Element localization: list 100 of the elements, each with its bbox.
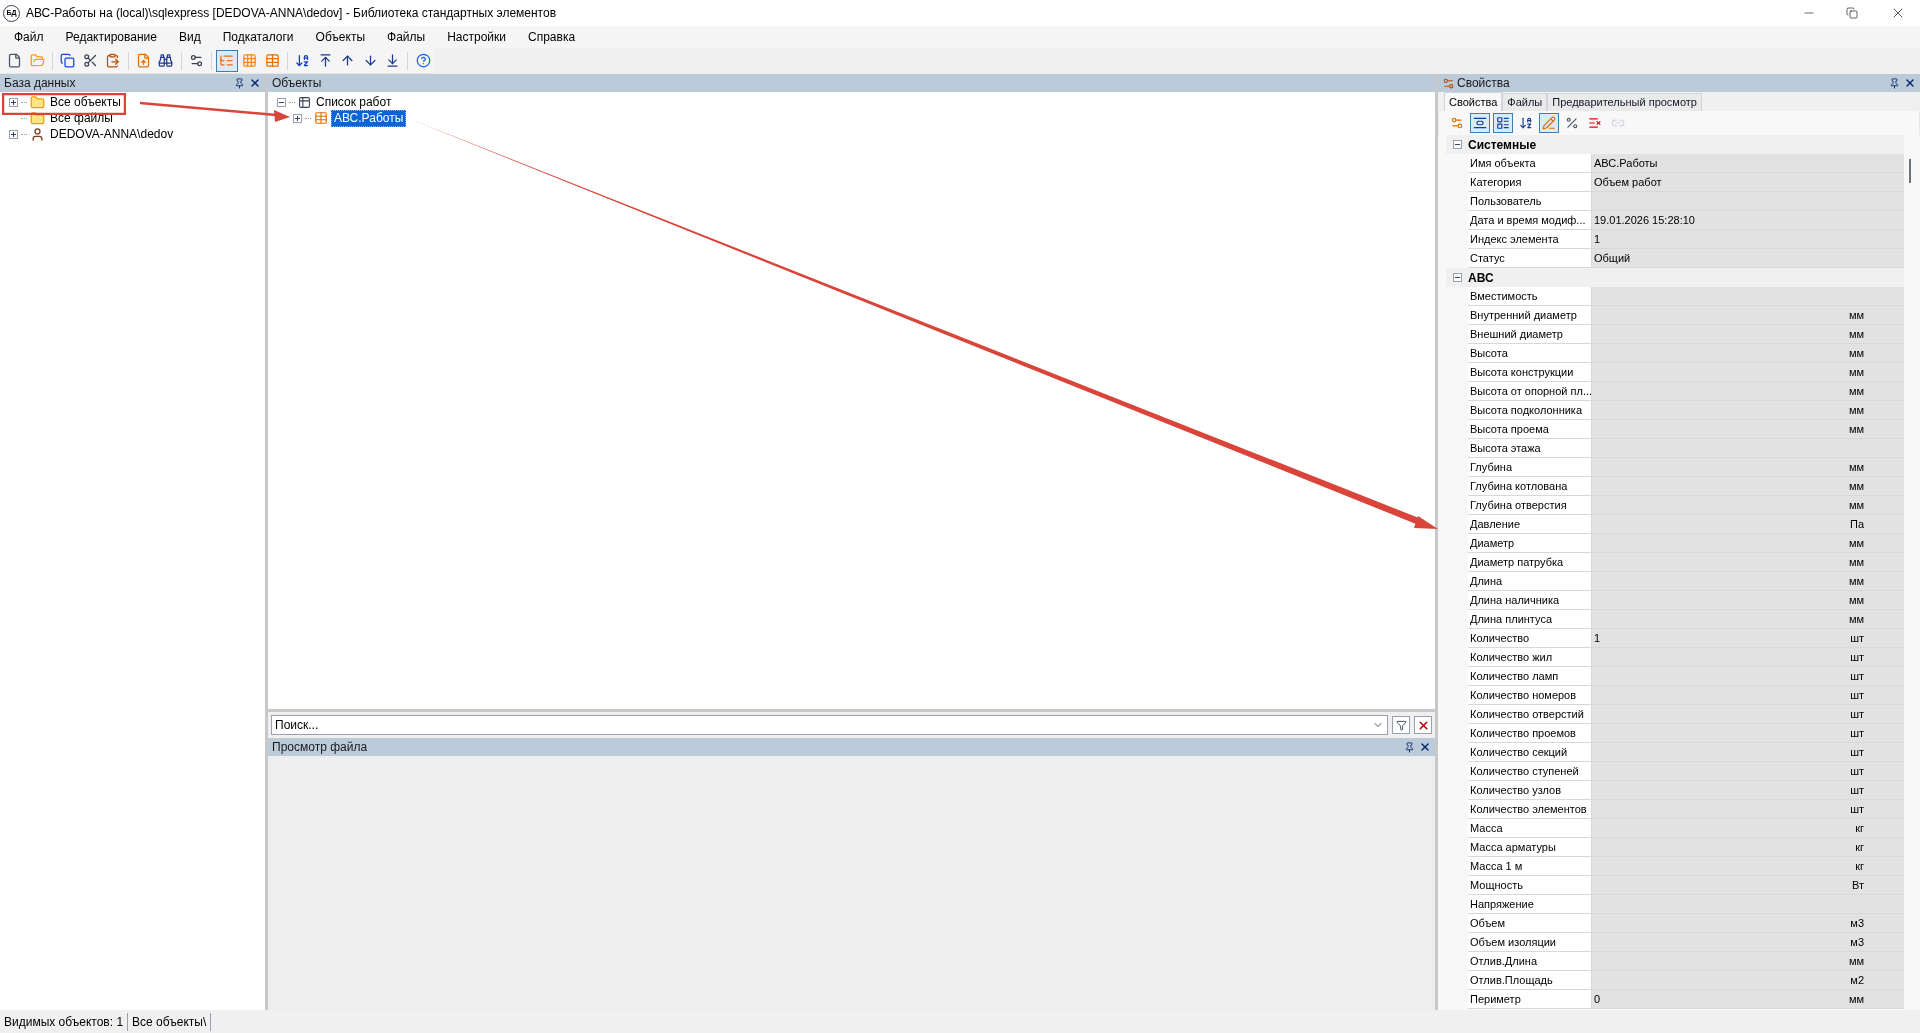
property-name: Диаметр: [1468, 534, 1592, 552]
property-value-cell[interactable]: шт: [1592, 724, 1904, 742]
property-value-cell[interactable]: м2: [1592, 971, 1904, 989]
close-icon[interactable]: [249, 77, 261, 89]
property-value-cell[interactable]: 19.01.2026 15:28:10: [1592, 211, 1904, 229]
unit-label: Па: [1849, 516, 1864, 532]
percent-icon: [1565, 116, 1579, 130]
property-value-cell[interactable]: Общий: [1592, 249, 1904, 267]
tree-item[interactable]: АВС.Работы: [331, 109, 407, 127]
toolbar-button[interactable]: [1493, 113, 1513, 133]
property-value-cell[interactable]: мм: [1592, 382, 1904, 400]
tab[interactable]: Файлы: [1502, 93, 1548, 111]
menu-item[interactable]: Вид: [178, 28, 201, 46]
property-value-cell[interactable]: 1: [1592, 230, 1904, 248]
menu-item[interactable]: Подкаталоги: [222, 28, 294, 46]
property-value-cell[interactable]: мм: [1592, 363, 1904, 381]
property-value-cell[interactable]: мм: [1592, 553, 1904, 571]
property-value-cell[interactable]: [1592, 439, 1904, 457]
expand-toggle[interactable]: [9, 129, 18, 139]
unit-label: м3: [1850, 915, 1864, 931]
toolbar-button[interactable]: [1470, 113, 1490, 133]
property-value-cell[interactable]: Па: [1592, 515, 1904, 533]
property-name: Высота этажа: [1468, 439, 1592, 457]
close-icon[interactable]: [1904, 77, 1916, 89]
property-value-cell[interactable]: Объем работ: [1592, 173, 1904, 191]
tree-item[interactable]: DEDOVA-ANNA\dedov: [48, 126, 176, 142]
property-name: Количество ступеней: [1468, 762, 1592, 780]
property-value-cell[interactable]: мм: [1592, 952, 1904, 970]
search-field[interactable]: Поиск...: [271, 715, 1388, 735]
expand-toggle[interactable]: [293, 113, 302, 123]
user-icon: [30, 126, 45, 142]
property-value-cell[interactable]: кг: [1592, 838, 1904, 856]
restore-icon[interactable]: [1846, 7, 1858, 19]
property-value-cell[interactable]: мм: [1592, 572, 1904, 590]
property-value-cell[interactable]: АВС.Работы: [1592, 154, 1904, 172]
close-icon[interactable]: [1419, 741, 1431, 753]
property-value-cell[interactable]: мм: [1592, 477, 1904, 495]
property-value-cell[interactable]: мм: [1592, 496, 1904, 514]
property-value: 1: [1594, 231, 1602, 247]
unit-label: мм: [1848, 535, 1864, 551]
menu-item[interactable]: Справка: [528, 28, 576, 46]
unit-label: мм: [1848, 383, 1864, 399]
property-value-cell[interactable]: мм: [1592, 420, 1904, 438]
property-value-cell[interactable]: [1592, 192, 1904, 210]
property-value-cell[interactable]: 1 шт: [1592, 629, 1904, 647]
expand-toggle[interactable]: [9, 97, 18, 107]
clear-button[interactable]: [1414, 716, 1432, 734]
property-name: Длина плинтуса: [1468, 610, 1592, 628]
menu-item[interactable]: Редактирование: [65, 28, 157, 46]
property-value-cell[interactable]: кг: [1592, 857, 1904, 875]
filter-button[interactable]: [1392, 716, 1410, 734]
property-name: Внутренний диаметр: [1468, 306, 1592, 324]
collapse-toggle[interactable]: [1452, 140, 1462, 149]
property-name: Количество секций: [1468, 743, 1592, 761]
collapse-toggle[interactable]: [277, 97, 286, 107]
property-value-cell[interactable]: мм: [1592, 610, 1904, 628]
property-value-cell[interactable]: мм: [1592, 401, 1904, 419]
group-title: Системные: [1468, 136, 1537, 154]
property-value-cell[interactable]: шт: [1592, 781, 1904, 799]
move-down-icon: [362, 53, 378, 68]
panel-title: Просмотр файла: [272, 739, 369, 756]
pin-icon[interactable]: [234, 77, 245, 89]
property-value-cell[interactable]: шт: [1592, 743, 1904, 761]
property-name: Объем изоляции: [1468, 933, 1592, 951]
property-value-cell[interactable]: шт: [1592, 800, 1904, 818]
property-value-cell[interactable]: мм: [1592, 591, 1904, 609]
property-value: 0: [1594, 991, 1602, 1007]
property-name: Масса: [1468, 819, 1592, 837]
property-value-cell[interactable]: мм: [1592, 325, 1904, 343]
property-value-cell[interactable]: мм: [1592, 306, 1904, 324]
property-value-cell[interactable]: мм: [1592, 344, 1904, 362]
folder-icon: [30, 94, 45, 110]
property-value-cell[interactable]: шт: [1592, 705, 1904, 723]
property-value-cell[interactable]: м3: [1592, 933, 1904, 951]
tab[interactable]: Предварительный просмотр: [1547, 93, 1702, 111]
menu-item[interactable]: Файл: [14, 28, 44, 46]
property-value-cell[interactable]: [1592, 895, 1904, 913]
property-value-cell[interactable]: кг: [1592, 819, 1904, 837]
tab[interactable]: Свойства: [1444, 92, 1503, 111]
property-value-cell[interactable]: [1592, 287, 1904, 305]
menu-item[interactable]: Настройки: [447, 28, 507, 46]
property-value: Общий: [1594, 250, 1632, 266]
pin-icon[interactable]: [1889, 77, 1900, 89]
property-value-cell[interactable]: мм: [1592, 458, 1904, 476]
property-value-cell[interactable]: шт: [1592, 667, 1904, 685]
menu-item[interactable]: Объекты: [315, 28, 366, 46]
menu-item[interactable]: Файлы: [387, 28, 426, 46]
pin-icon[interactable]: [1404, 741, 1415, 753]
property-value-cell[interactable]: м3: [1592, 914, 1904, 932]
unit-label: мм: [1848, 402, 1864, 418]
table-icon: [314, 111, 328, 125]
property-value-cell[interactable]: мм: [1592, 534, 1904, 552]
property-value-cell[interactable]: шт: [1592, 762, 1904, 780]
property-value-cell[interactable]: шт: [1592, 686, 1904, 704]
property-value-cell[interactable]: 0 мм: [1592, 990, 1904, 1008]
collapse-toggle[interactable]: [1452, 273, 1462, 282]
property-value-cell[interactable]: Вт: [1592, 876, 1904, 894]
property-value-cell[interactable]: шт: [1592, 648, 1904, 666]
tree-item[interactable]: Список работ: [314, 94, 394, 110]
move-up-icon: [340, 53, 356, 68]
